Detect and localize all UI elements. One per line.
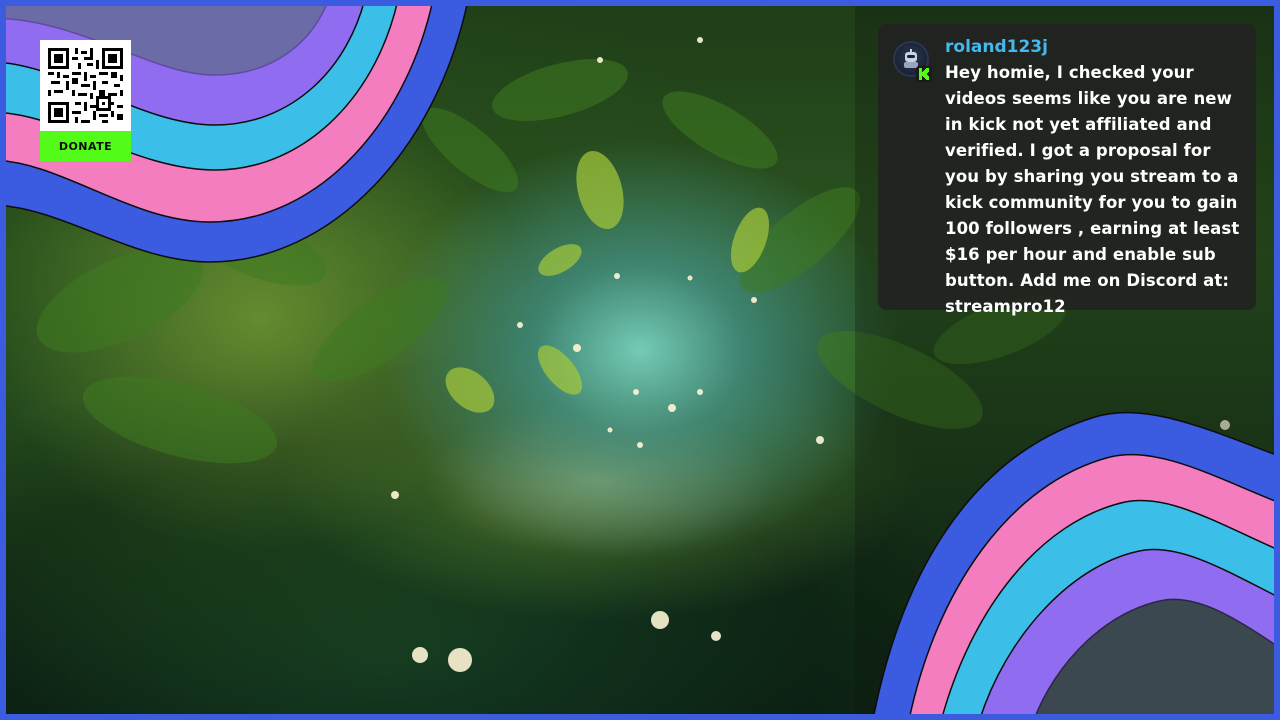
chat-message-body: roland123j Hey homie, I checked your vid… bbox=[945, 36, 1244, 320]
bottom-right-wave-decoration bbox=[872, 411, 1280, 720]
donate-button[interactable]: DONATE bbox=[40, 131, 131, 161]
chat-username[interactable]: roland123j bbox=[945, 36, 1244, 58]
chat-message-text: Hey homie, I checked your videos seems l… bbox=[945, 63, 1240, 316]
qr-code-icon[interactable] bbox=[40, 40, 131, 131]
chat-message-card: roland123j Hey homie, I checked your vid… bbox=[878, 24, 1256, 316]
qr-code-graphic bbox=[48, 48, 123, 123]
kick-logo-graphic bbox=[919, 68, 929, 80]
donate-widget[interactable]: DONATE bbox=[40, 40, 131, 161]
kick-logo-icon bbox=[916, 66, 932, 82]
